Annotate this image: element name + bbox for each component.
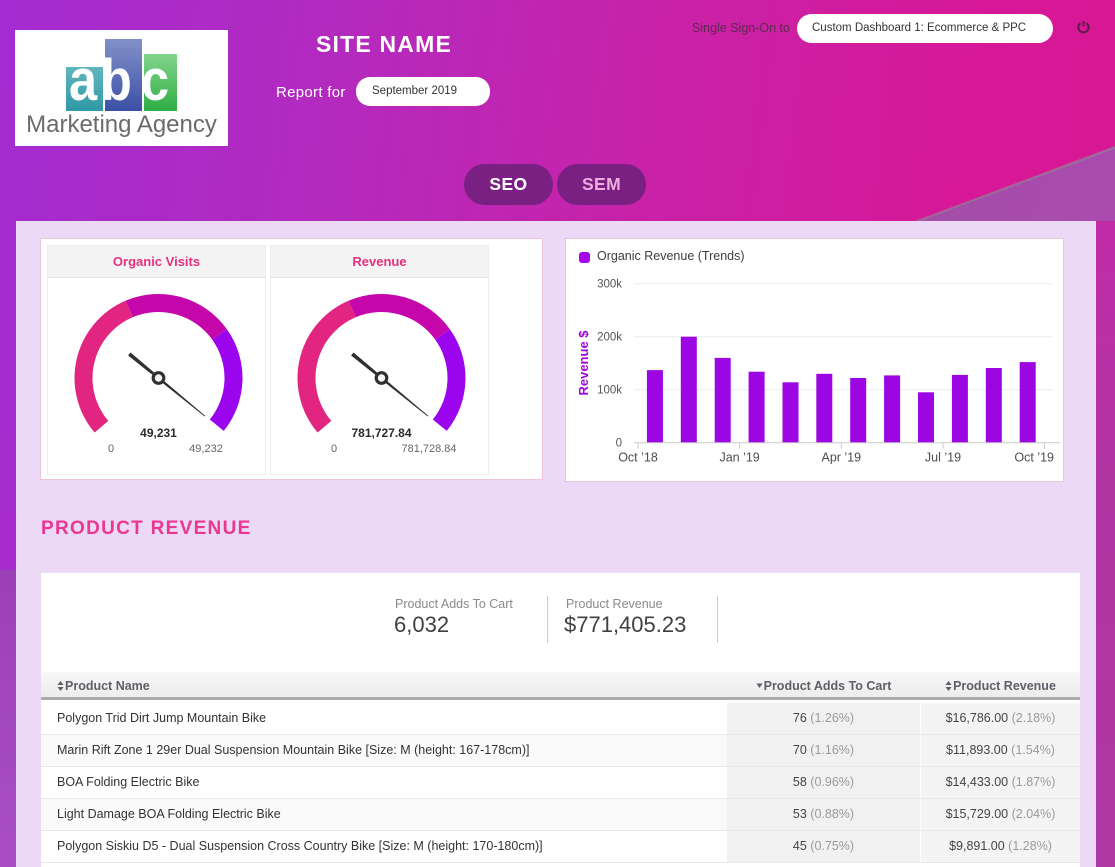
svg-text:49,232: 49,232	[189, 443, 223, 455]
svg-text:Revenue $: Revenue $	[576, 330, 591, 396]
svg-text:Oct ’19: Oct ’19	[1014, 451, 1054, 465]
svg-text:49,231: 49,231	[140, 426, 177, 440]
svg-text:300k: 300k	[597, 279, 622, 291]
svg-text:0: 0	[616, 438, 622, 450]
svg-text:Oct ’18: Oct ’18	[618, 451, 658, 465]
svg-text:Apr ’19: Apr ’19	[821, 451, 861, 465]
svg-text:0: 0	[108, 443, 114, 455]
svg-text:100k: 100k	[597, 385, 622, 397]
svg-text:781,728.84: 781,728.84	[401, 443, 456, 455]
svg-text:Jul ’19: Jul ’19	[925, 451, 961, 465]
svg-text:200k: 200k	[597, 332, 622, 344]
svg-text:0: 0	[331, 443, 337, 455]
svg-text:Jan ’19: Jan ’19	[719, 451, 759, 465]
svg-text:781,727.84: 781,727.84	[351, 426, 411, 440]
